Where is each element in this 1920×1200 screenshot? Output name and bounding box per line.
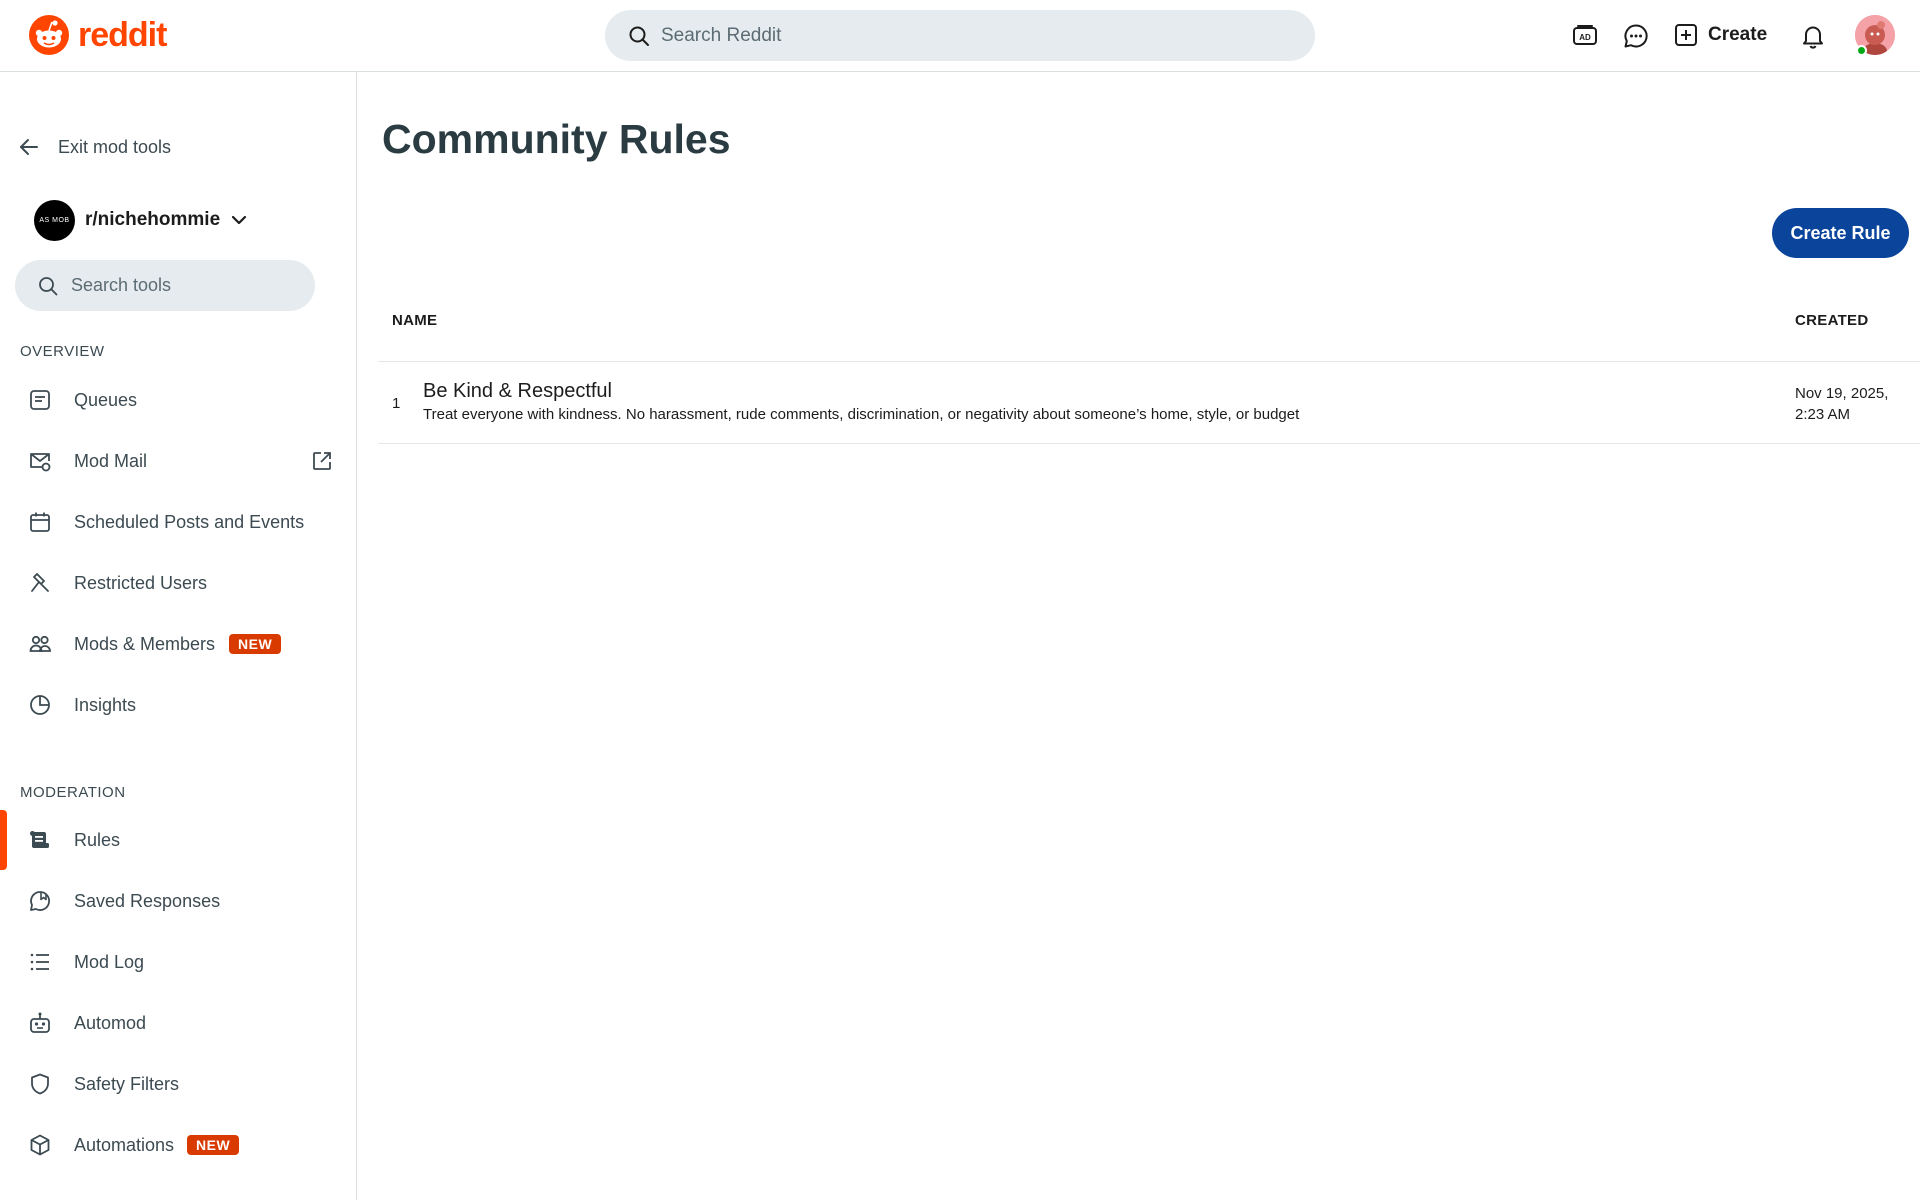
cube-icon [27,1132,53,1158]
new-badge: NEW [229,634,282,654]
search-placeholder: Search Reddit [661,24,782,46]
create-post-button[interactable]: Create [1674,18,1767,52]
sidebar-item-label: Automod [74,1012,147,1033]
rule-name[interactable]: Be Kind & Respectful [423,380,612,403]
svg-text:AD: AD [1579,33,1591,42]
sidebar-item-automations[interactable]: Automations NEW [0,1118,356,1172]
sidebar-item-label: Saved Responses [74,890,221,911]
subreddit-avatar: AS MOB [34,199,75,241]
arrow-left-icon [20,139,38,155]
pie-chart-icon [27,692,53,718]
sidebar-item-mod-mail[interactable]: Mod Mail [0,434,356,488]
sidebar-item-mod-log[interactable]: Mod Log [0,935,356,989]
notifications-bell-icon [1803,26,1823,49]
notifications-button[interactable] [1797,20,1829,52]
create-rule-button[interactable]: Create Rule [1772,208,1909,258]
chat-icon[interactable] [1620,20,1652,52]
sidebar-item-rules[interactable]: Rules [0,813,356,867]
sidebar-item-label: Safety Filters [74,1073,180,1094]
sidebar-item-insights[interactable]: Insights [0,678,356,732]
robot-icon [27,1010,53,1036]
table-divider [378,443,1920,444]
page-title: Community Rules [382,116,731,162]
sidebar-item-label: Automations [74,1134,175,1155]
rule-created-date: Nov 19, 2025, 2:23 AM [1795,383,1905,425]
search-input[interactable]: Search Reddit [605,10,1315,61]
rules-scroll-icon [27,827,53,853]
exit-mod-tools-link[interactable]: Exit mod tools [18,132,171,162]
create-label: Create [1708,24,1768,45]
reddit-logo[interactable]: reddit [28,14,167,56]
sidebar-item-label: Queues [74,389,138,410]
members-icon [27,631,53,657]
sidebar-item-queues[interactable]: Queues [0,373,356,427]
search-tools-input[interactable]: Search tools [15,260,315,311]
created-time: 2:23 AM [1795,406,1851,423]
list-icon [27,949,53,975]
sidebar-item-label: Rules [74,829,121,850]
column-header-created: CREATED [1795,312,1869,329]
advertise-icon[interactable]: AD [1569,20,1601,52]
sidebar-item-label: Mod Log [74,951,145,972]
sidebar-item-mods-members[interactable]: Mods & Members NEW [0,617,356,671]
sidebar-item-saved-responses[interactable]: Saved Responses [0,874,356,928]
ad-icon: AD [1573,25,1597,45]
section-moderation: MODERATION [20,784,126,801]
sidebar-item-label: Mod Mail [74,450,148,471]
table-divider [378,361,1920,362]
sidebar-item-safety-filters[interactable]: Safety Filters [0,1057,356,1111]
subreddit-switcher[interactable]: AS MOB r/nichehommie [34,199,248,241]
saved-response-icon [27,888,53,914]
create-plus-icon [1675,24,1697,46]
calendar-icon [27,509,53,535]
reddit-wordmark: reddit [78,16,167,54]
rule-description: Treat everyone with kindness. No harassm… [423,406,1300,423]
mail-icon [27,448,53,474]
sidebar-item-label: Restricted Users [74,572,208,593]
exit-label: Exit mod tools [58,136,172,157]
sidebar-item-automod[interactable]: Automod [0,996,356,1050]
search-tools-placeholder: Search tools [71,275,172,295]
sidebar-item-restricted-users[interactable]: Restricted Users [0,556,356,610]
column-header-name: NAME [392,312,438,329]
rule-number: 1 [392,395,401,412]
top-bar: reddit Search Reddit AD Create [0,0,1920,72]
section-overview: OVERVIEW [20,343,105,360]
search-icon [629,26,649,46]
subreddit-name: r/nichehommie [85,209,221,230]
mod-sidebar: Exit mod tools AS MOB r/nichehommie Sear… [0,72,357,1200]
sidebar-item-scheduled-posts[interactable]: Scheduled Posts and Events [0,495,356,549]
queue-icon [27,387,53,413]
reddit-snoo-icon [29,15,69,55]
online-status-dot [1856,45,1867,56]
search-icon [39,276,58,295]
sidebar-item-label: Scheduled Posts and Events [74,511,305,532]
hammer-icon [27,570,53,596]
new-badge: NEW [187,1135,240,1155]
sidebar-item-label: Mods & Members [74,633,216,654]
external-link-icon[interactable] [310,449,334,473]
sidebar-item-label: Insights [74,694,137,715]
chat-bubble-icon [1624,24,1648,48]
main-content: Community Rules Create Rule NAME CREATED… [358,72,1920,1200]
shield-icon [27,1071,53,1097]
created-date: Nov 19, 2025, [1795,385,1889,402]
chevron-down-icon [232,215,247,225]
